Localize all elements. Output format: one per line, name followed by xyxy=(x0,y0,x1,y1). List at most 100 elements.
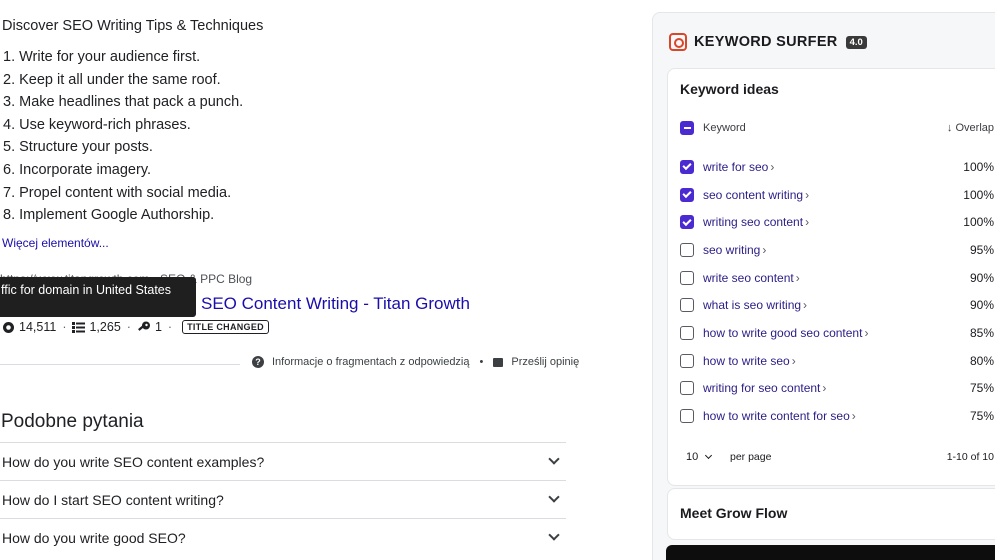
keyword-surfer-title: KEYWORD SURFER xyxy=(694,34,838,50)
keyword-checkbox[interactable] xyxy=(680,187,694,202)
keyword-checkbox[interactable] xyxy=(680,353,694,368)
keyword-ideas-card: Keyword ideas Keyword ↓ Overlap write fo… xyxy=(667,68,995,486)
keyword-link[interactable]: what is seo writing › xyxy=(703,298,970,312)
keyword-row: writing seo content › 100% xyxy=(680,208,994,236)
traffic-value: 14,511 xyxy=(19,320,57,334)
keyword-surfer-header: KEYWORD SURFER 4.0 xyxy=(669,33,867,51)
overlap-value: 75% xyxy=(969,381,994,396)
keyword-row: how to write content for seo › 75% xyxy=(680,402,994,430)
overlap-value: 90% xyxy=(969,270,994,285)
keyword-link[interactable]: write for seo › xyxy=(703,160,963,174)
keyword-checkbox[interactable] xyxy=(680,325,694,340)
page-size-value: 10 xyxy=(686,451,699,463)
chevron-right-icon: › xyxy=(770,159,775,174)
section-divider xyxy=(0,364,240,365)
snippet-step: 2. Keep it all under the same roof. xyxy=(3,71,221,88)
snippet-step: 7. Propel content with social media. xyxy=(3,184,232,201)
snippet-title: Discover SEO Writing Tips & Techniques xyxy=(2,18,264,34)
keyword-checkbox[interactable] xyxy=(680,298,694,313)
select-all-checkbox[interactable] xyxy=(680,121,694,135)
snippet-step: 5. Structure your posts. xyxy=(3,139,153,156)
chevron-right-icon: › xyxy=(805,187,810,202)
keyword-text: writing for seo content xyxy=(703,381,821,396)
title-changed-badge: TITLE CHANGED xyxy=(182,320,269,334)
keyword-column-header[interactable]: Keyword xyxy=(703,122,947,134)
keyword-checkbox[interactable] xyxy=(680,381,694,396)
paa-question[interactable]: How do I start SEO content writing? xyxy=(0,480,566,518)
grow-flow-title: Meet Grow Flow xyxy=(680,505,788,521)
more-items-link[interactable]: Więcej elementów... xyxy=(2,236,109,250)
feedback-icon xyxy=(493,357,504,367)
keyword-link[interactable]: writing seo content › xyxy=(703,215,963,229)
snippet-step: 3. Make headlines that pack a punch. xyxy=(3,94,244,111)
keyword-row: seo writing › 95% xyxy=(680,236,994,264)
keyword-link[interactable]: writing for seo content › xyxy=(703,381,970,395)
overlap-value: 90% xyxy=(969,298,994,313)
traffic-icon xyxy=(3,321,14,333)
keyword-text: how to write seo xyxy=(703,353,790,368)
paa-question[interactable]: How do you write good SEO? xyxy=(0,518,566,556)
page-size-select[interactable]: 10 xyxy=(680,447,720,467)
overlap-value: 100% xyxy=(963,159,994,174)
keyword-row: writing for seo content › 75% xyxy=(680,375,994,403)
chevron-right-icon: › xyxy=(762,242,767,257)
keyword-ideas-heading: Keyword ideas xyxy=(680,81,779,97)
keyword-link[interactable]: write seo content › xyxy=(703,271,970,285)
keyword-checkbox[interactable] xyxy=(680,242,694,257)
keyword-row: write for seo › 100% xyxy=(680,153,994,181)
keyword-link[interactable]: how to write content for seo › xyxy=(703,409,970,423)
result-title-link[interactable]: SEO Content Writing - Titan Growth xyxy=(201,294,470,314)
overlap-value: 95% xyxy=(969,242,994,257)
keyword-text: how to write good seo content xyxy=(703,325,863,340)
about-snippets-link[interactable]: Informacje o fragmentach z odpowiedzią xyxy=(272,356,470,368)
chevron-right-icon: › xyxy=(791,353,796,368)
keyword-checkbox[interactable] xyxy=(680,270,694,285)
paa-question-text: How do you write SEO content examples? xyxy=(2,453,265,470)
chevron-right-icon: › xyxy=(805,215,810,230)
per-page-label: per page xyxy=(730,451,772,463)
keyword-surfer-panel: KEYWORD SURFER 4.0 Keyword ideas Keyword… xyxy=(652,12,995,560)
overlap-value: 85% xyxy=(969,325,994,340)
overlap-column-header[interactable]: ↓ Overlap xyxy=(947,122,994,134)
result-stats: 14,511 · 1,265 · 1 · TITLE CHANGED xyxy=(2,320,269,334)
chevron-down-icon xyxy=(548,453,560,465)
keyword-link[interactable]: how to write seo › xyxy=(703,354,970,368)
overlap-value: 75% xyxy=(969,409,994,424)
keyword-checkbox[interactable] xyxy=(680,215,694,230)
feedback-link[interactable]: Prześlij opinię xyxy=(511,356,579,368)
keyword-text: writing seo content xyxy=(703,215,804,230)
chevron-down-icon xyxy=(548,529,560,541)
traffic-tooltip: ffic for domain in United States xyxy=(0,277,196,317)
separator-dot: • xyxy=(479,356,484,368)
keywords-count: 1,265 xyxy=(89,320,121,334)
chevron-down-icon xyxy=(548,491,560,503)
pagination: 10 per page 1-10 of 10 xyxy=(680,447,994,467)
overlap-value: 100% xyxy=(963,187,994,202)
chevron-right-icon: › xyxy=(864,325,869,340)
keyword-table-header: Keyword ↓ Overlap xyxy=(680,121,994,135)
video-preview[interactable] xyxy=(666,545,995,560)
keyword-text: seo content writing xyxy=(703,187,804,202)
page-range: 1-10 of 10 xyxy=(946,451,994,463)
help-icon[interactable]: ? xyxy=(252,356,264,368)
keyword-link[interactable]: seo writing › xyxy=(703,243,970,257)
snippet-footer: ? Informacje o fragmentach z odpowiedzią… xyxy=(252,356,579,368)
paa-question[interactable]: How do you write SEO content examples? xyxy=(0,442,566,480)
chevron-right-icon: › xyxy=(822,381,827,396)
keyword-checkbox[interactable] xyxy=(680,409,694,424)
grow-flow-card[interactable]: Meet Grow Flow xyxy=(667,488,995,540)
keyword-rows: write for seo › 100% seo content writing › 10… xyxy=(680,153,994,430)
chevron-down-icon xyxy=(705,451,713,460)
keyword-link[interactable]: how to write good seo content › xyxy=(703,326,970,340)
paa-question-text: How do you write good SEO? xyxy=(2,529,186,546)
chevron-right-icon: › xyxy=(851,409,856,424)
snippet-steps-list: 1. Write for your audience first. 2. Kee… xyxy=(3,48,243,229)
keyword-text: write for seo xyxy=(703,159,769,174)
snippet-step: 1. Write for your audience first. xyxy=(3,49,201,65)
backlinks-key-icon xyxy=(137,321,150,331)
keyword-link[interactable]: seo content writing › xyxy=(703,188,963,202)
keyword-checkbox[interactable] xyxy=(680,159,694,174)
overlap-value: 80% xyxy=(969,353,994,368)
keyword-text: how to write content for seo xyxy=(703,409,850,424)
paa-heading: Podobne pytania xyxy=(1,411,144,432)
